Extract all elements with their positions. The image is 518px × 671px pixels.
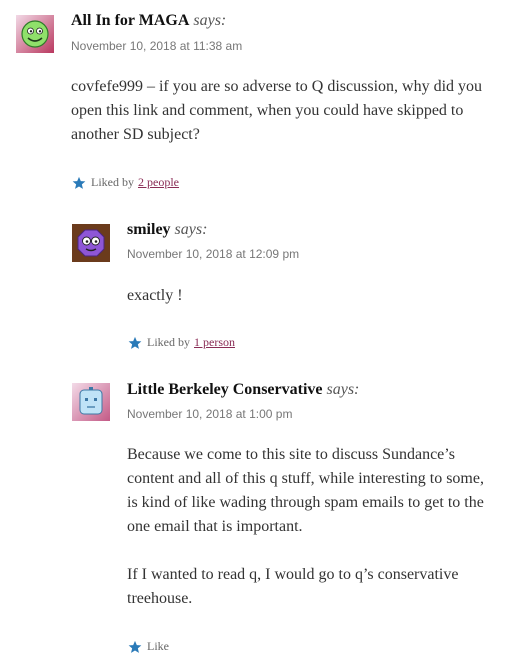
- comment-author[interactable]: Little Berkeley Conservative says:: [127, 381, 359, 399]
- comment-author[interactable]: All In for MAGA says:: [71, 12, 226, 30]
- comment-paragraph: Because we come to this site to discuss …: [127, 446, 484, 535]
- comment-author[interactable]: smiley says:: [127, 221, 207, 239]
- star-icon[interactable]: [72, 176, 86, 190]
- author-name[interactable]: All In for MAGA: [71, 12, 189, 29]
- author-name[interactable]: Little Berkeley Conservative: [127, 381, 323, 398]
- comment-paragraph: covfefe999 – if you are so adverse to Q …: [71, 78, 483, 143]
- like-widget: Liked by 2 people: [72, 175, 179, 190]
- likers-link[interactable]: 2 people: [138, 175, 179, 190]
- says-label: says:: [174, 221, 208, 238]
- comment-body: exactly !: [127, 284, 497, 332]
- likers-link[interactable]: 1 person: [194, 335, 235, 350]
- comment-paragraph: exactly !: [127, 287, 183, 304]
- comment-paragraph: If I wanted to read q, I would go to q’s…: [127, 566, 459, 607]
- says-label: says:: [193, 12, 227, 29]
- star-icon[interactable]: [128, 640, 142, 654]
- comment-body: Because we come to this site to discuss …: [127, 443, 497, 635]
- star-icon[interactable]: [128, 336, 142, 350]
- author-name[interactable]: smiley: [127, 221, 171, 238]
- comment-date[interactable]: November 10, 2018 at 12:09 pm: [127, 247, 299, 261]
- says-label: says:: [326, 381, 360, 398]
- blue-robot-face-icon[interactable]: [72, 383, 110, 421]
- comment-date[interactable]: November 10, 2018 at 1:00 pm: [127, 407, 292, 421]
- green-smiley-face-icon[interactable]: [16, 15, 54, 53]
- purple-octagon-face-icon[interactable]: [72, 224, 110, 262]
- liked-by-label: Liked by: [91, 175, 134, 189]
- comment-body: covfefe999 – if you are so adverse to Q …: [71, 75, 501, 171]
- liked-by-label: Liked by: [147, 335, 190, 349]
- comment-date[interactable]: November 10, 2018 at 11:38 am: [71, 39, 242, 53]
- like-button-label[interactable]: Like: [147, 639, 169, 654]
- like-widget: Liked by 1 person: [128, 335, 235, 350]
- like-widget: Like: [128, 639, 169, 654]
